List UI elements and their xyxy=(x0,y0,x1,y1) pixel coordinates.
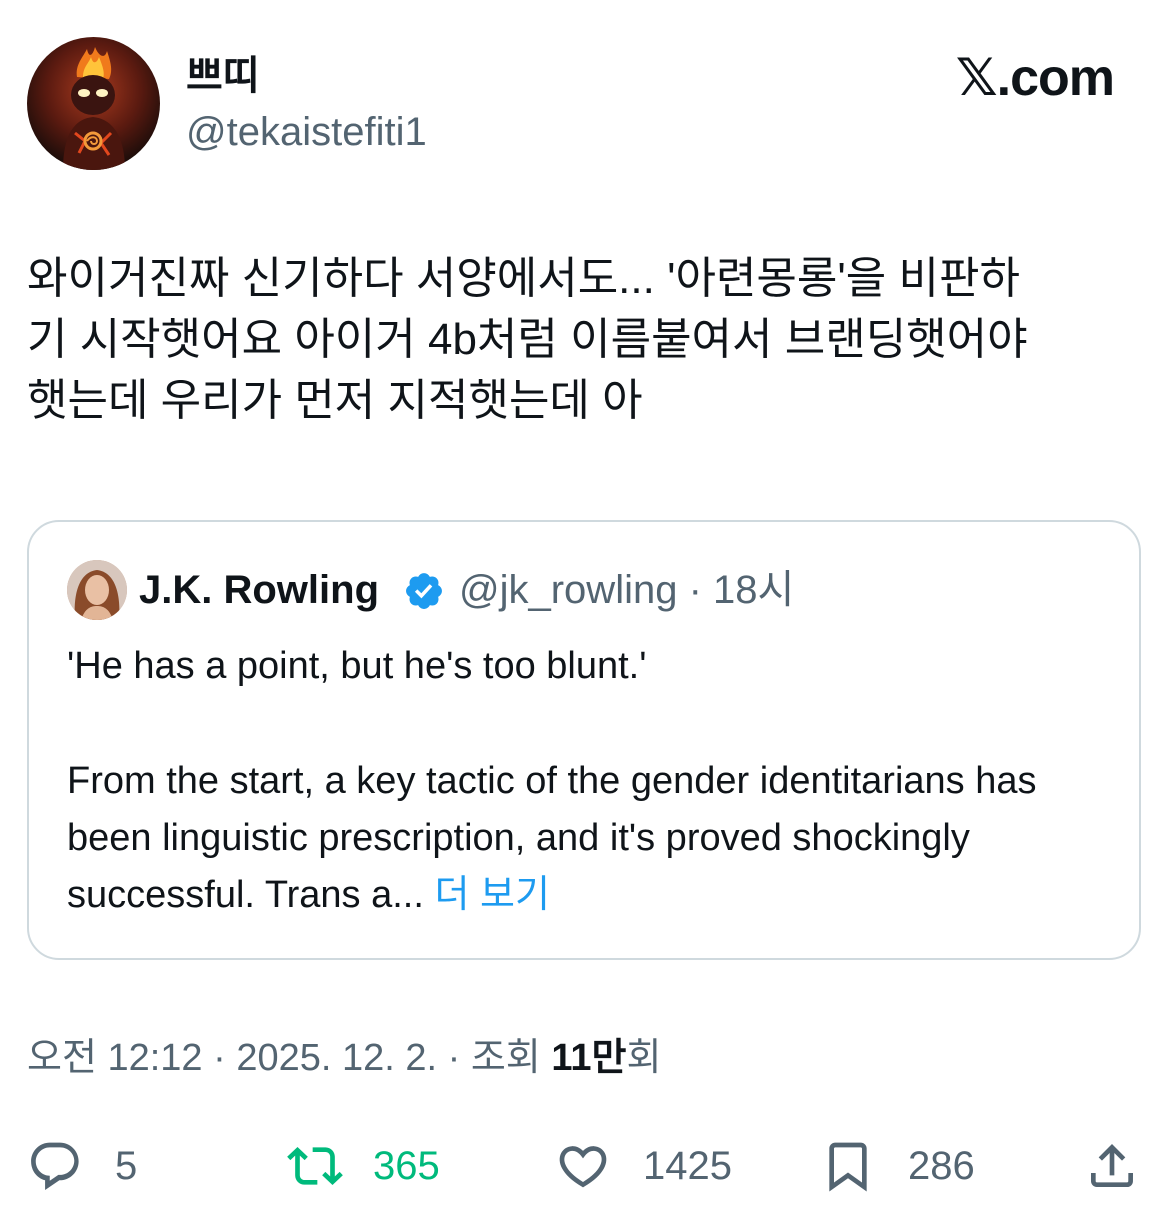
share-icon xyxy=(1091,1144,1133,1187)
reply-button[interactable]: 5 xyxy=(27,1136,137,1196)
quoted-paragraph-2-text: From the start, a key tactic of the gend… xyxy=(67,760,1037,916)
bookmark-button[interactable]: 286 xyxy=(820,1136,975,1196)
tweet-page: 쁘띠 @tekaistefiti1 𝕏.com 와이거진짜 신기하다 서양에서도… xyxy=(0,0,1170,1230)
view-count: 11만 xyxy=(551,1037,627,1079)
fire-demon-avatar-icon xyxy=(63,47,125,170)
bookmark-count: 286 xyxy=(908,1144,975,1188)
like-button[interactable]: 1425 xyxy=(555,1136,732,1196)
retweet-icon xyxy=(287,1147,343,1185)
retweet-button[interactable]: 365 xyxy=(287,1136,440,1196)
view-count-suffix: 회 xyxy=(626,1037,662,1079)
quoted-line-1: 'He has a point, but he's too blunt.' xyxy=(67,645,647,687)
author-handle[interactable]: @tekaistefiti1 xyxy=(186,108,427,156)
quoted-author-name[interactable]: J.K. Rowling xyxy=(139,566,379,614)
quoted-tweet-text: 'He has a point, but he's too blunt.' Fr… xyxy=(67,638,1107,924)
bookmark-icon xyxy=(829,1142,867,1192)
person-avatar-icon xyxy=(67,560,127,620)
author-avatar[interactable] xyxy=(27,37,160,170)
like-count: 1425 xyxy=(643,1144,732,1188)
retweet-count: 365 xyxy=(373,1144,440,1188)
heart-icon xyxy=(559,1146,607,1188)
tweet-metadata: 오전 12:12 · 2025. 12. 2. · 조회 11만회 xyxy=(27,1034,661,1082)
quoted-handle-and-time[interactable]: @jk_rowling · 18시 xyxy=(459,566,794,614)
quoted-tweet-card[interactable]: J.K. Rowling @jk_rowling · 18시 'He has a… xyxy=(27,520,1141,960)
x-com-logo: 𝕏.com xyxy=(955,49,1115,107)
reply-count: 5 xyxy=(115,1144,138,1188)
reply-icon xyxy=(31,1142,79,1190)
share-button[interactable] xyxy=(1084,1136,1140,1196)
quoted-author-avatar[interactable] xyxy=(67,560,127,620)
verified-badge-icon xyxy=(406,573,442,609)
show-more-link[interactable]: 더 보기 xyxy=(434,874,549,916)
author-display-name[interactable]: 쁘띠 xyxy=(186,52,260,100)
timestamp[interactable]: 오전 12:12 · 2025. 12. 2. · 조회 xyxy=(27,1037,551,1079)
quoted-paragraph-2: From the start, a key tactic of the gend… xyxy=(67,753,1107,924)
tweet-text: 와이거진짜 신기하다 서양에서도... '아련몽롱'을 비판하 기 시작햇어요 … xyxy=(27,254,1028,425)
